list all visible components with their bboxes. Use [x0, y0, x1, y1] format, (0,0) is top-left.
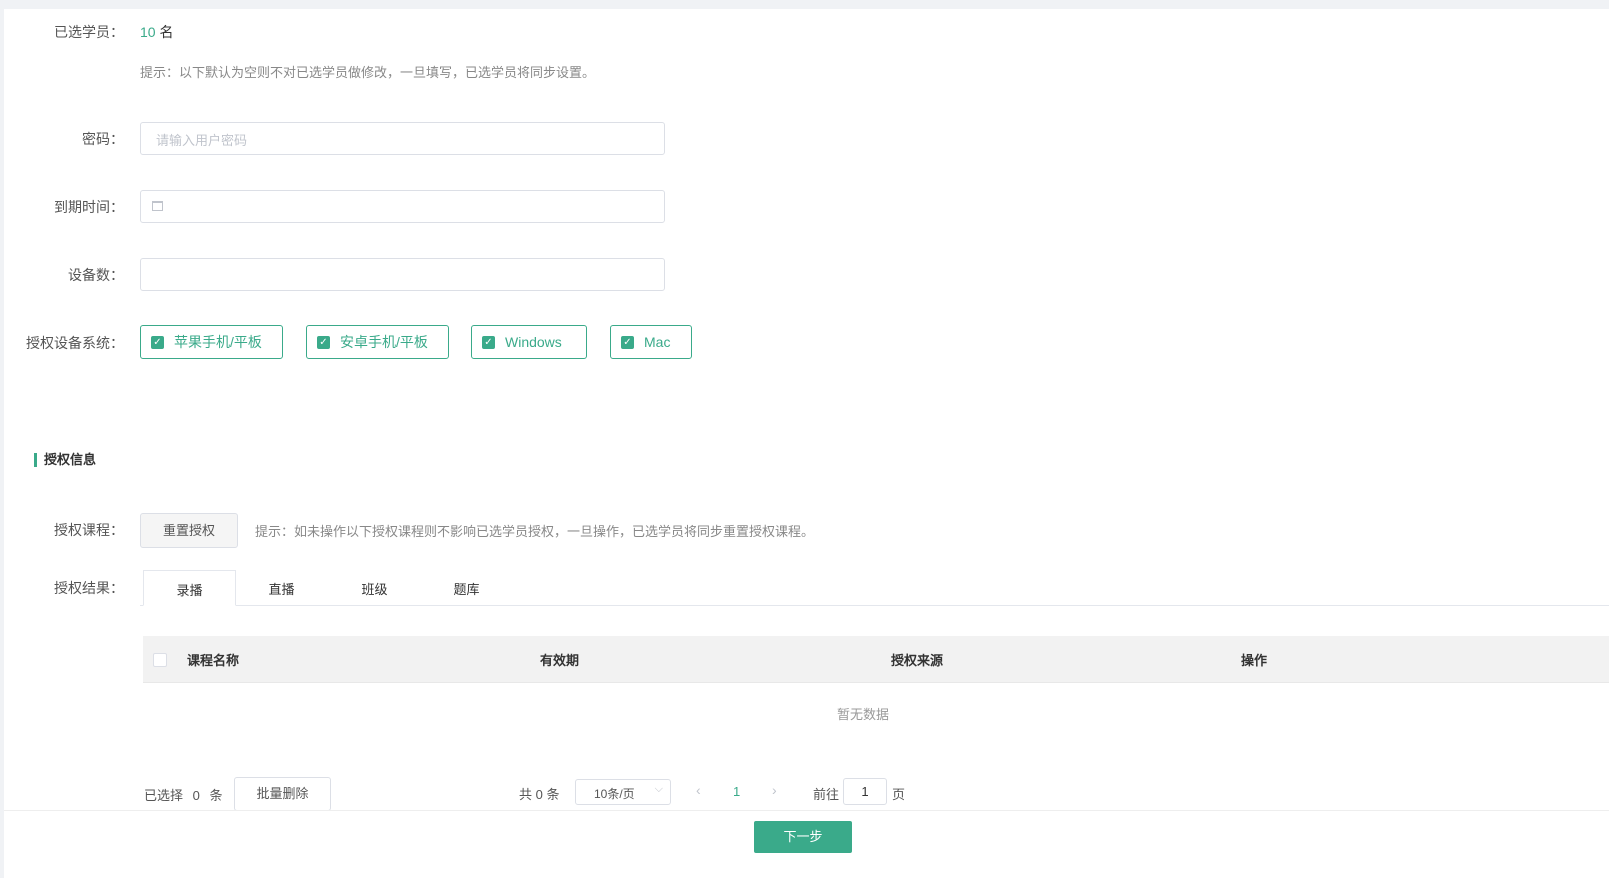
- page-unit: 页: [892, 787, 906, 802]
- page-size-select[interactable]: 10条/页 ⌵: [575, 779, 671, 805]
- expire-date-input[interactable]: [140, 190, 665, 223]
- selected-students-count: 10: [140, 24, 156, 40]
- footer-divider: [4, 810, 1609, 811]
- os-checkbox-ios[interactable]: ✓ 苹果手机/平板: [140, 325, 283, 359]
- tab-class[interactable]: 班级: [328, 570, 421, 606]
- checkbox-checked-icon: ✓: [621, 335, 634, 349]
- checkbox-checked-icon: ✓: [151, 335, 164, 349]
- batch-edit-panel: 已选学员： 10 名 提示：以下默认为空则不对已选学员做修改，一旦填写，已选学员…: [4, 9, 1609, 878]
- column-auth-source: 授权来源: [891, 653, 944, 668]
- os-checkbox-mac[interactable]: ✓ Mac: [610, 325, 692, 359]
- os-checkbox-android[interactable]: ✓ 安卓手机/平板: [306, 325, 449, 359]
- checkbox-checked-icon: ✓: [482, 335, 495, 349]
- prev-page-icon[interactable]: ‹: [696, 782, 701, 798]
- tab-live[interactable]: 直播: [235, 570, 328, 606]
- tab-recorded[interactable]: 录播: [143, 570, 236, 606]
- password-placeholder: 请输入用户密码: [156, 133, 248, 148]
- goto-page-input[interactable]: 1: [843, 778, 887, 805]
- reset-auth-button[interactable]: 重置授权: [140, 513, 238, 548]
- bulk-delete-button[interactable]: 批量删除: [234, 777, 331, 811]
- os-label: 授权设备系统：: [26, 335, 124, 351]
- selected-students-label: 已选学员：: [54, 24, 124, 40]
- select-all-checkbox[interactable]: [153, 653, 167, 667]
- page-number-current[interactable]: 1: [733, 784, 740, 799]
- os-option-label: Windows: [505, 334, 562, 350]
- bulk-selected-suffix: 条: [209, 788, 223, 803]
- auth-section-title: 授权信息: [34, 453, 96, 467]
- next-page-icon[interactable]: ›: [772, 782, 777, 798]
- chevron-down-icon: ⌵: [654, 783, 663, 795]
- os-option-label: Mac: [644, 334, 671, 350]
- page-size-value: 10条/页: [594, 787, 635, 801]
- auth-course-label: 授权课程：: [54, 522, 124, 538]
- bulk-selected-count: 0: [192, 788, 200, 803]
- column-validity: 有效期: [540, 653, 580, 668]
- auth-result-label: 授权结果：: [54, 580, 124, 596]
- auth-hint: 提示：如未操作以下授权课程则不影响已选学员授权，一旦操作，已选学员将同步重置授权…: [255, 524, 815, 539]
- calendar-icon: [152, 201, 163, 211]
- next-step-button[interactable]: 下一步: [754, 821, 852, 853]
- goto-label: 前往: [813, 787, 840, 802]
- column-actions: 操作: [1241, 653, 1268, 668]
- password-input[interactable]: 请输入用户密码: [140, 122, 665, 155]
- password-label: 密码：: [82, 131, 124, 147]
- os-option-label: 安卓手机/平板: [340, 334, 428, 350]
- tab-question-bank[interactable]: 题库: [420, 570, 513, 606]
- os-option-label: 苹果手机/平板: [174, 334, 262, 350]
- checkbox-checked-icon: ✓: [317, 335, 330, 349]
- devices-input[interactable]: [140, 258, 665, 291]
- pagination-total: 共 0 条: [519, 787, 560, 802]
- column-course-name: 课程名称: [187, 653, 240, 668]
- table-header: 课程名称 有效期 授权来源 操作: [143, 636, 1609, 683]
- selected-students-count-wrap: 10 名: [140, 22, 173, 42]
- os-checkbox-windows[interactable]: ✓ Windows: [471, 325, 587, 359]
- selected-hint: 提示：以下默认为空则不对已选学员做修改，一旦填写，已选学员将同步设置。: [140, 65, 596, 80]
- bulk-selected-prefix: 已选择: [144, 788, 184, 803]
- bulk-selected-text: 已选择 0 条: [144, 785, 223, 804]
- devices-label: 设备数：: [68, 267, 124, 283]
- expire-label: 到期时间：: [54, 199, 124, 215]
- selected-students-unit: 名: [159, 24, 174, 40]
- table-empty-text: 暂无数据: [836, 707, 889, 722]
